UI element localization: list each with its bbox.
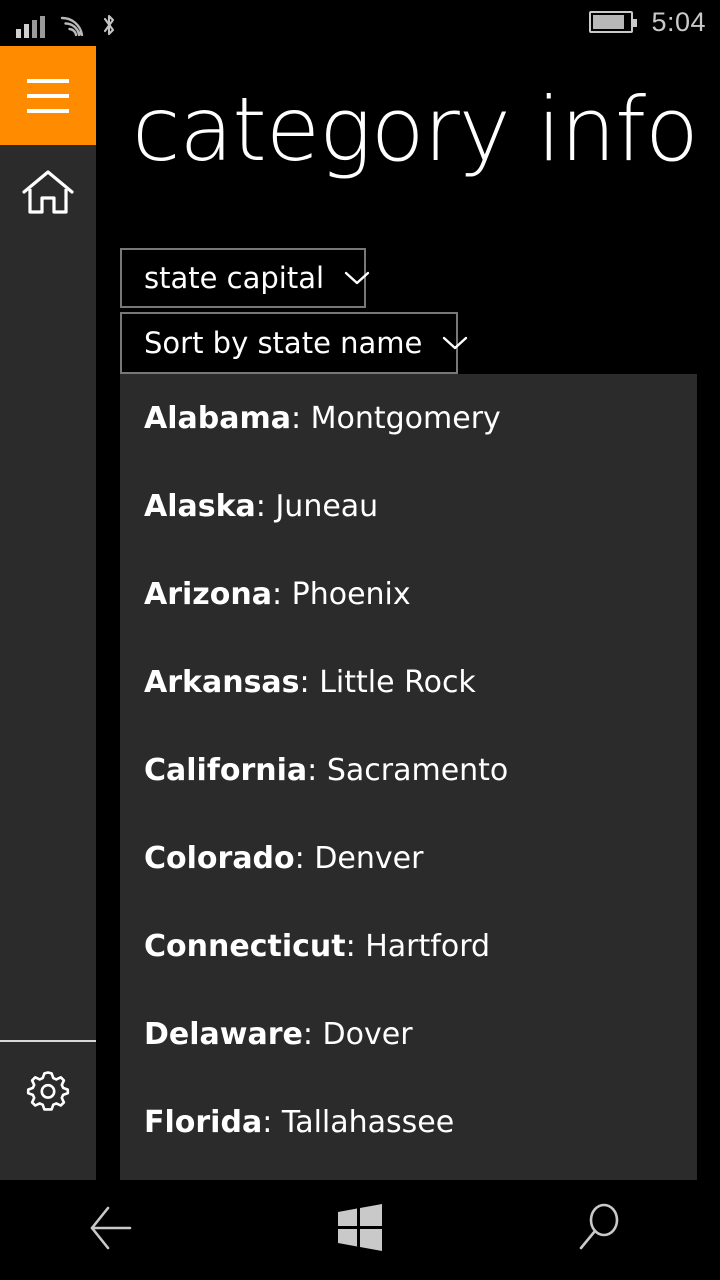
chevron-down-icon <box>344 270 370 286</box>
sort-dropdown-value: Sort by state name <box>144 326 423 360</box>
search-button[interactable] <box>480 1180 720 1280</box>
list-item-state: Florida <box>144 1105 263 1140</box>
hamburger-line <box>27 108 69 113</box>
list-item-state: Colorado <box>144 841 295 876</box>
list-item[interactable]: Connecticut: Hartford <box>144 932 490 962</box>
list-item-capital: Tallahassee <box>281 1105 455 1140</box>
list-item[interactable]: California: Sacramento <box>144 756 508 786</box>
list-item-capital: Little Rock <box>319 665 476 700</box>
clock-time: 5:04 <box>651 6 706 37</box>
list-item-separator: : <box>255 489 276 524</box>
navigation-rail <box>0 46 96 1180</box>
system-nav-bar <box>0 1180 720 1280</box>
search-icon <box>575 1202 625 1259</box>
back-button[interactable] <box>0 1180 240 1280</box>
list-item-separator: : <box>302 1017 323 1052</box>
back-arrow-icon <box>88 1202 152 1259</box>
windows-start-icon <box>336 1203 384 1258</box>
list-item-capital: Sacramento <box>326 753 509 788</box>
list-item-state: Arkansas <box>144 665 300 700</box>
list-item[interactable]: Colorado: Denver <box>144 844 423 874</box>
list-item[interactable]: Delaware: Dover <box>144 1020 413 1050</box>
sidebar-item-settings[interactable] <box>0 1042 96 1142</box>
phone-screen: 5:04 category info state capital Sort by… <box>0 0 720 1280</box>
list-item[interactable]: Florida: Tallahassee <box>144 1108 454 1138</box>
home-icon <box>20 168 76 223</box>
page-title: category info <box>132 78 699 181</box>
list-item-capital: Hartford <box>365 929 491 964</box>
sidebar-item-home[interactable] <box>0 145 96 245</box>
list-item-capital: Denver <box>314 841 424 876</box>
hamburger-line <box>27 78 69 83</box>
battery-icon <box>589 11 638 33</box>
list-item[interactable]: Arizona: Phoenix <box>144 580 411 610</box>
list-item-separator: : <box>294 841 315 876</box>
list-item-separator: : <box>299 665 320 700</box>
list-item[interactable]: Alaska: Juneau <box>144 492 378 522</box>
start-button[interactable] <box>240 1180 480 1280</box>
list-item-state: Delaware <box>144 1017 303 1052</box>
status-bar-left-icons <box>16 8 117 38</box>
list-item-state: Alabama <box>144 401 291 436</box>
list-item-separator: : <box>290 401 311 436</box>
list-item-state: Connecticut <box>144 929 346 964</box>
list-item-separator: : <box>262 1105 282 1140</box>
list-item-state: Alaska <box>144 489 256 524</box>
list-item-state: Arizona <box>144 577 272 612</box>
bluetooth-icon <box>101 12 117 38</box>
category-list[interactable]: Alabama: Montgomery Alaska: Juneau Arizona… <box>120 374 697 1180</box>
list-item-capital: Juneau <box>275 489 379 524</box>
wifi-icon <box>59 14 87 38</box>
category-dropdown-value: state capital <box>144 261 325 295</box>
list-item-capital: Phoenix <box>291 577 411 612</box>
sort-dropdown[interactable]: Sort by state name <box>120 312 468 374</box>
hamburger-line <box>27 93 69 98</box>
list-item[interactable]: Arkansas: Little Rock <box>144 668 476 698</box>
status-bar-right-icons: 5:04 <box>589 4 706 40</box>
list-item-capital: Montgomery <box>310 401 501 436</box>
list-item-separator: : <box>271 577 292 612</box>
hamburger-menu-icon[interactable] <box>0 46 96 145</box>
status-bar: 5:04 <box>0 0 720 46</box>
gear-icon <box>24 1066 72 1119</box>
list-item-capital: Dover <box>322 1017 413 1052</box>
list-item[interactable]: Alabama: Montgomery <box>144 404 501 434</box>
list-item-separator: : <box>307 753 327 788</box>
list-item-separator: : <box>345 929 366 964</box>
list-item-state: California <box>144 753 308 788</box>
chevron-down-icon <box>442 335 468 351</box>
category-dropdown[interactable]: state capital <box>120 248 370 308</box>
cellular-signal-icon <box>16 16 45 38</box>
